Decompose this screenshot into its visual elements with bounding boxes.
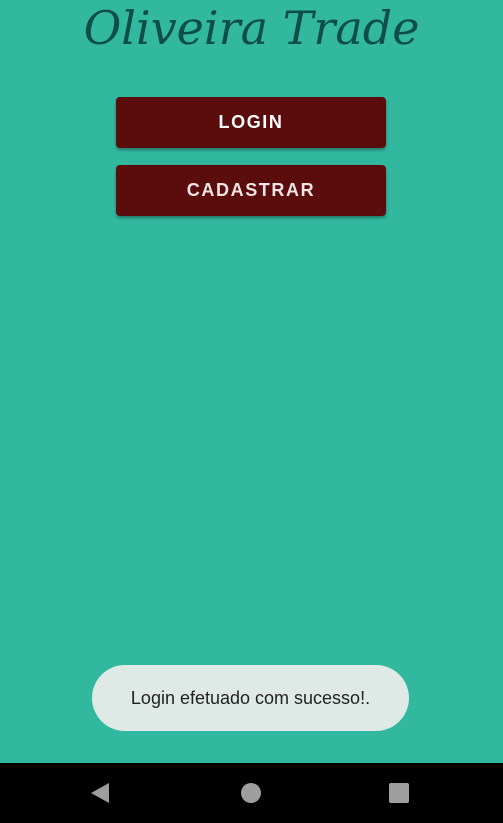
back-icon bbox=[91, 783, 109, 803]
home-button[interactable] bbox=[239, 781, 263, 805]
recents-icon bbox=[389, 783, 409, 803]
back-button[interactable] bbox=[88, 781, 112, 805]
register-button-label: CADASTRAR bbox=[186, 180, 316, 200]
system-navigation-bar bbox=[0, 763, 503, 823]
login-button-label: LOGIN bbox=[218, 112, 284, 132]
recents-button[interactable] bbox=[387, 781, 411, 805]
home-icon bbox=[241, 783, 261, 803]
toast-message: Login efetuado com sucesso!. bbox=[92, 665, 409, 731]
app-title: Oliveira Trade bbox=[83, 1, 420, 55]
login-button[interactable]: LOGIN bbox=[116, 97, 386, 148]
toast-text: Login efetuado com sucesso!. bbox=[130, 687, 371, 708]
app-screen: Oliveira Trade LOGIN CADASTRAR Login efe… bbox=[0, 0, 503, 763]
register-button[interactable]: CADASTRAR bbox=[116, 165, 386, 216]
